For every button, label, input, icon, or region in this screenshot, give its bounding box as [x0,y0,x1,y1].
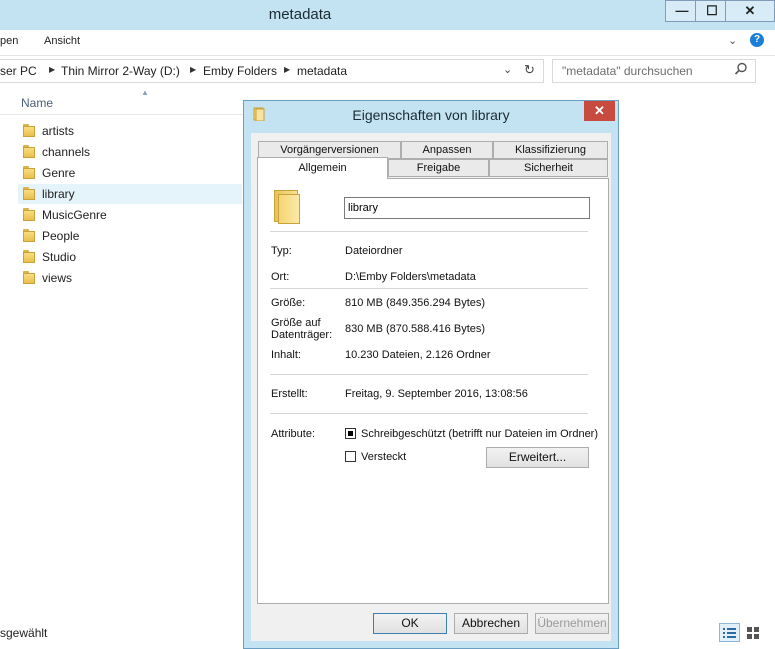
disk-size-label-line2: Datenträger: [271,329,333,341]
ok-button[interactable]: OK [373,613,447,634]
folder-icon [272,190,300,224]
list-item[interactable]: views [18,268,242,288]
expand-ribbon-icon[interactable]: ⌄ [728,34,737,47]
attributes-label: Attribute: [271,428,316,440]
list-item[interactable]: Studio [18,247,242,267]
disk-size-value: 830 MB (870.588.416 Bytes) [345,323,486,335]
readonly-checkbox-label[interactable]: Schreibgeschützt (betrifft nur Dateien i… [361,428,598,440]
folder-icon [23,145,35,158]
list-item[interactable]: artists [18,121,242,141]
status-text: sgewählt [0,626,48,640]
list-item[interactable]: channels [18,142,242,162]
dialog-close-button[interactable]: ✕ [584,101,615,121]
readonly-checkbox[interactable] [345,428,356,439]
folder-name-input[interactable] [344,197,590,219]
breadcrumb-emby-folders[interactable]: Emby Folders [203,64,277,78]
breadcrumb-separator-icon[interactable]: ▶ [284,65,290,74]
created-label: Erstellt: [271,388,308,400]
contents-label: Inhalt: [271,349,301,361]
folder-icon [23,124,35,137]
tab-security[interactable]: Sicherheit [489,159,608,177]
minimize-button[interactable]: — [665,0,699,22]
list-item[interactable]: MusicGenre [18,205,242,225]
folder-icon [23,250,35,263]
search-placeholder[interactable]: "metadata" durchsuchen [562,64,693,78]
folder-icon [23,187,35,200]
help-icon[interactable]: ? [750,33,764,47]
refresh-icon[interactable]: ↻ [524,62,535,78]
ribbon-tab-open[interactable]: pen [0,35,18,47]
location-label: Ort: [271,271,290,283]
large-icons-view-icon[interactable] [744,624,765,643]
details-view-icon[interactable] [719,623,740,642]
close-window-button[interactable]: ✕ [725,0,775,22]
folder-icon [23,208,35,221]
hidden-checkbox[interactable] [345,451,356,462]
ribbon [0,30,775,56]
folder-icon [23,166,35,179]
list-item[interactable]: People [18,226,242,246]
hidden-checkbox-label[interactable]: Versteckt [361,451,406,463]
breadcrumb-separator-icon[interactable]: ▶ [49,65,55,74]
tab-classification[interactable]: Klassifizierung [493,141,608,159]
breadcrumb-drive[interactable]: Thin Mirror 2-Way (D:) [61,64,180,78]
sort-arrow-icon: ▲ [141,88,149,97]
cancel-button[interactable]: Abbrechen [454,613,528,634]
folder-icon [23,229,35,242]
divider [270,413,588,414]
list-item-selected[interactable]: library [18,184,242,204]
apply-button[interactable]: Übernehmen [535,613,609,634]
size-value: 810 MB (849.356.294 Bytes) [345,297,486,309]
maximize-button[interactable]: ☐ [695,0,729,22]
type-value: Dateiordner [345,245,403,257]
disk-size-label-line1: Größe auf [271,317,321,329]
tab-general[interactable]: Allgemein [257,157,388,179]
folder-icon [23,271,35,284]
window-title: metadata [268,6,332,23]
location-value: D:\Emby Folders\metadata [345,271,476,283]
divider [270,231,588,232]
dialog-title: Eigenschaften von library [352,107,510,123]
contents-value: 10.230 Dateien, 2.126 Ordner [345,349,491,361]
divider [270,374,588,375]
size-label: Größe: [271,297,306,309]
tab-customize[interactable]: Anpassen [401,141,493,159]
search-icon[interactable] [734,62,748,76]
breadcrumb-separator-icon[interactable]: ▶ [190,65,196,74]
address-dropdown-icon[interactable]: ⌄ [503,63,512,76]
column-name[interactable]: Name [21,96,53,110]
breadcrumb-this-pc[interactable]: ser PC [0,64,37,78]
type-label: Typ: [271,245,292,257]
advanced-button[interactable]: Erweitert... [486,447,589,468]
divider [270,288,588,289]
list-item[interactable]: Genre [18,163,242,183]
tab-sharing[interactable]: Freigabe [388,159,489,177]
ribbon-tab-view[interactable]: Ansicht [44,35,80,47]
created-value: Freitag, 9. September 2016, 13:08:56 [345,388,528,400]
breadcrumb-metadata[interactable]: metadata [297,64,347,78]
